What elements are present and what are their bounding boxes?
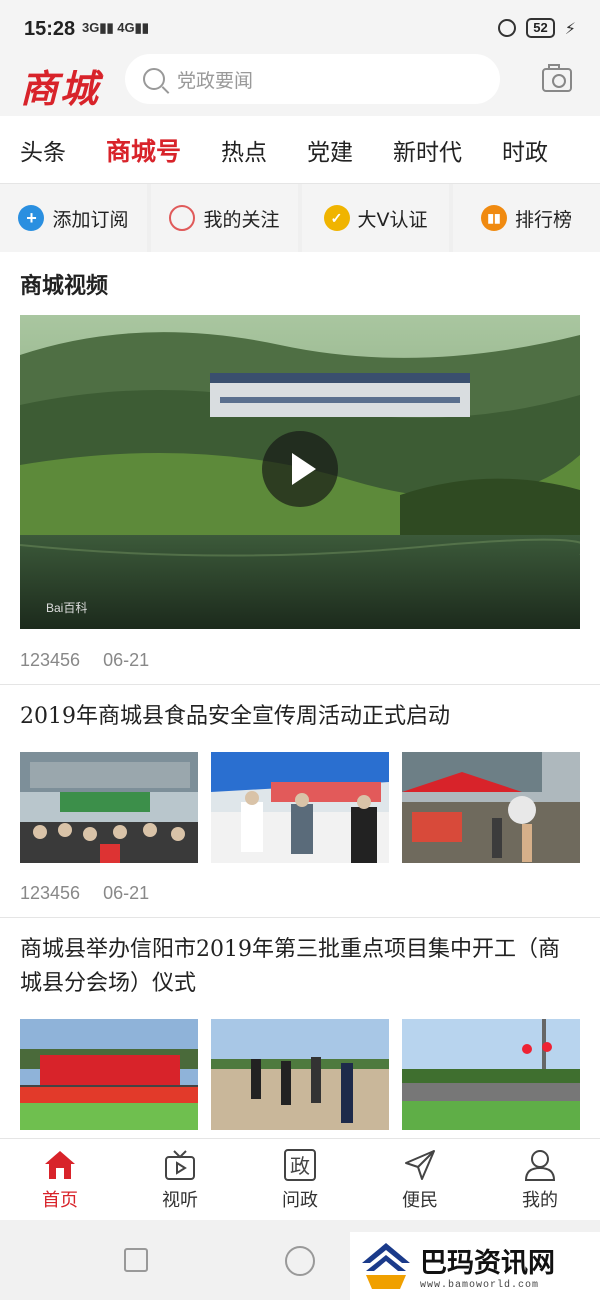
- home-icon: [45, 1150, 75, 1179]
- nav-bianmin[interactable]: 便民: [360, 1139, 480, 1220]
- thumbnail-image: [211, 752, 389, 863]
- camera-icon[interactable]: [542, 64, 572, 92]
- nav-audiovisual-label: 视听: [162, 1189, 198, 1211]
- ranking-icon: ▮▮: [480, 205, 507, 231]
- article-title[interactable]: 2019年商城县食品安全宣传周活动正式启动: [20, 700, 580, 734]
- article-meta: 123456 06-21: [20, 883, 167, 904]
- signal-icons: 3G▮▮ 4G▮▮: [82, 20, 149, 35]
- app-logo: 商城: [20, 66, 101, 111]
- my-follows-button[interactable]: 我的关注: [151, 184, 298, 252]
- tab-xinshidai[interactable]: 新时代: [373, 133, 482, 167]
- add-subscription-label: 添加订阅: [52, 208, 129, 231]
- tab-dangjian[interactable]: 党建: [287, 133, 373, 167]
- publish-date: 06-21: [103, 650, 150, 670]
- tab-toutiao[interactable]: 头条: [0, 133, 86, 167]
- play-icon[interactable]: [262, 431, 338, 507]
- nav-wenzheng[interactable]: 政 问政: [240, 1139, 360, 1220]
- video-thumbnail[interactable]: Bai百科: [20, 315, 580, 629]
- tab-shizheng[interactable]: 时政: [482, 133, 568, 167]
- search-placeholder: 党政要闻: [177, 69, 254, 92]
- charging-icon: ⚡: [564, 18, 576, 38]
- nav-home-label: 首页: [42, 1189, 78, 1211]
- zheng-icon: 政: [284, 1148, 316, 1181]
- nav-audiovisual[interactable]: 视听: [120, 1139, 240, 1220]
- view-count: 123456: [20, 883, 81, 903]
- thumbnail-image: [402, 752, 580, 863]
- thumbnail-image: [20, 752, 198, 863]
- video-section-title: 商城视频: [20, 274, 109, 299]
- watermark-logo-icon: [362, 1243, 410, 1289]
- divider: [0, 917, 600, 918]
- article-title[interactable]: 商城县举办信阳市2019年第三批重点项目集中开工（商城县分会场）仪式: [20, 933, 580, 1001]
- big-v-verification-button[interactable]: ✓ 大V认证: [302, 184, 449, 252]
- tab-redian[interactable]: 热点: [201, 133, 287, 167]
- paper-plane-icon: [405, 1149, 435, 1180]
- home-button-icon[interactable]: [285, 1246, 315, 1276]
- action-bar: + 添加订阅 我的关注 ✓ 大V认证 ▮▮ 排行榜: [0, 184, 600, 252]
- rotation-lock-icon: [498, 19, 517, 37]
- v-badge-icon: ✓: [323, 205, 350, 231]
- bottom-navigation: 首页 视听 政 问政 便民 我的: [0, 1138, 600, 1220]
- watermark-url: www.bamoworld.com: [420, 1280, 540, 1291]
- video-meta: 123456 06-21: [20, 650, 167, 671]
- ranking-label: 排行榜: [514, 208, 572, 231]
- view-count: 123456: [20, 650, 81, 670]
- plus-circle-icon: +: [18, 205, 45, 231]
- recent-apps-icon[interactable]: [124, 1248, 148, 1272]
- nav-wenzheng-label: 问政: [282, 1189, 318, 1211]
- publish-date: 06-21: [103, 883, 150, 903]
- person-icon: [524, 1149, 556, 1181]
- article-thumbnails[interactable]: [20, 1019, 580, 1130]
- big-v-verification-label: 大V认证: [357, 208, 428, 231]
- search-icon: [143, 68, 165, 90]
- baidu-watermark: Bai百科: [46, 601, 88, 615]
- nav-mine-label: 我的: [522, 1189, 558, 1211]
- category-tabs: 头条 商城号 热点 党建 新时代 时政: [0, 116, 600, 184]
- thumbnail-image: [20, 1019, 198, 1130]
- nav-mine[interactable]: 我的: [480, 1139, 600, 1220]
- battery-icon: 52: [526, 18, 555, 38]
- tv-icon: [165, 1149, 195, 1180]
- thumbnail-image: [211, 1019, 389, 1130]
- divider: [0, 684, 600, 685]
- my-follows-label: 我的关注: [203, 208, 280, 231]
- article-thumbnails[interactable]: [20, 752, 580, 863]
- search-bar[interactable]: 党政要闻: [125, 54, 500, 104]
- site-watermark: 巴玛资讯网 www.bamoworld.com: [350, 1232, 600, 1300]
- thumbnail-image: [402, 1019, 580, 1130]
- circle-icon: [169, 205, 196, 231]
- status-bar: 15:28 3G▮▮ 4G▮▮ 52 ⚡: [0, 0, 600, 56]
- status-time: 15:28: [24, 18, 76, 40]
- tab-shangchenghao[interactable]: 商城号: [86, 132, 201, 168]
- ranking-button[interactable]: ▮▮ 排行榜: [453, 184, 600, 252]
- app-header: 商城 党政要闻: [0, 54, 600, 116]
- nav-bianmin-label: 便民: [402, 1189, 438, 1211]
- nav-home[interactable]: 首页: [0, 1139, 120, 1220]
- add-subscription-button[interactable]: + 添加订阅: [0, 184, 147, 252]
- zheng-glyph: 政: [290, 1154, 310, 1178]
- watermark-text: 巴玛资讯网: [420, 1248, 555, 1279]
